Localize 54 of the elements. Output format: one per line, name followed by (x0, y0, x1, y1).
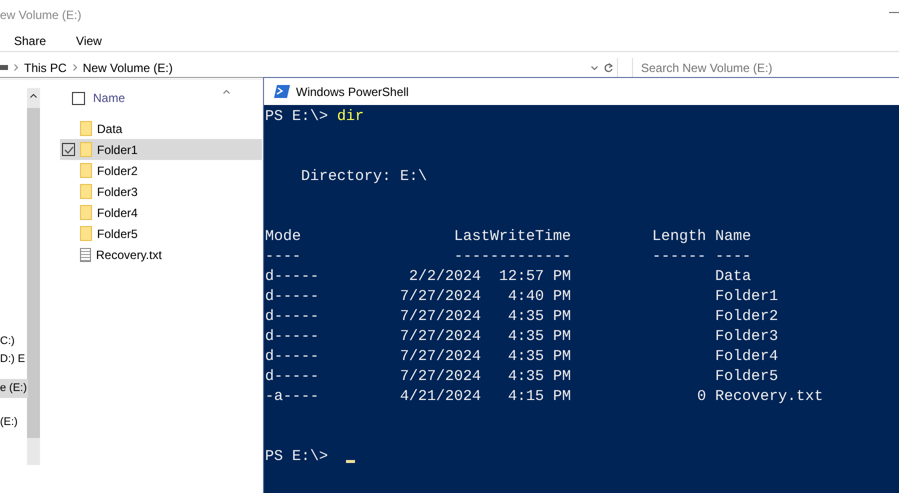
folder-icon (80, 142, 92, 157)
chevron-icon (14, 64, 18, 71)
console-line: d----- 7/27/2024 4:35 PM Folder2 (265, 307, 780, 327)
file-row[interactable]: Folder1 (60, 139, 262, 160)
sort-caret-icon (223, 90, 230, 94)
console-line: Directory: E:\ (300, 167, 428, 187)
console-line: ---- ------------- ------ ---- (265, 247, 752, 267)
file-name: Folder5 (97, 226, 138, 242)
window-title: Windows PowerShell (296, 84, 409, 100)
file-name: Data (97, 120, 122, 138)
console-line: d----- 2/2/2024 12:57 PM Data (265, 267, 752, 287)
breadcrumb-item[interactable]: This PC (24, 58, 67, 76)
console-line: d----- 7/27/2024 4:40 PM Folder1 (265, 287, 780, 307)
console-line: PS E:\> dir (265, 107, 366, 127)
console-line: Mode LastWriteTime Length Name (265, 227, 752, 247)
console-line: d----- 7/27/2024 4:35 PM Folder4 (265, 347, 780, 367)
scroll-up-icon[interactable] (30, 94, 37, 98)
document-icon (80, 248, 91, 262)
file-name: Recovery.txt (96, 246, 162, 264)
drive-icon (0, 65, 8, 70)
ribbon-tab[interactable]: Share (14, 32, 46, 50)
column-header[interactable]: Name (93, 89, 126, 107)
window-title: ew Volume (E:) (0, 8, 82, 22)
nav-item[interactable]: e (E:) (0, 379, 28, 398)
file-row[interactable]: Folder2 (60, 160, 262, 181)
file-name: Folder1 (97, 142, 138, 158)
console-line: -a---- 4/21/2024 4:15 PM 0 Recovery.txt (265, 387, 824, 407)
refresh-icon[interactable] (604, 62, 613, 72)
console-line: PS E:\> (265, 447, 899, 467)
file-row[interactable]: Folder3 (60, 181, 262, 202)
nav-item[interactable]: D:) E (0, 350, 26, 369)
folder-icon (80, 226, 92, 241)
select-all-checkbox[interactable] (72, 92, 85, 104)
console-line: d----- 7/27/2024 4:35 PM Folder5 (265, 367, 780, 387)
file-name: Folder4 (97, 204, 138, 222)
folder-icon (80, 205, 92, 220)
file-row[interactable]: Folder5 (60, 223, 262, 244)
dropdown-caret-icon[interactable] (591, 66, 598, 70)
folder-icon (80, 163, 92, 178)
nav-item[interactable]: (E:) (0, 413, 19, 432)
file-row[interactable]: Recovery.txt (60, 244, 262, 265)
file-row[interactable]: Data (60, 118, 262, 139)
file-name: Folder3 (97, 184, 138, 200)
file-name: Folder2 (97, 162, 138, 180)
row-checkbox[interactable] (62, 143, 75, 156)
console-line: d----- 7/27/2024 4:35 PM Folder3 (265, 327, 780, 347)
powershell-icon (274, 85, 290, 98)
chevron-icon (72, 64, 77, 71)
folder-icon (80, 121, 92, 136)
file-row[interactable]: Folder4 (60, 202, 262, 223)
breadcrumb-item[interactable]: New Volume (E:) (82, 58, 173, 76)
folder-icon (80, 184, 92, 199)
nav-item[interactable]: C:) (0, 332, 16, 351)
ribbon-tab[interactable]: View (76, 32, 102, 50)
